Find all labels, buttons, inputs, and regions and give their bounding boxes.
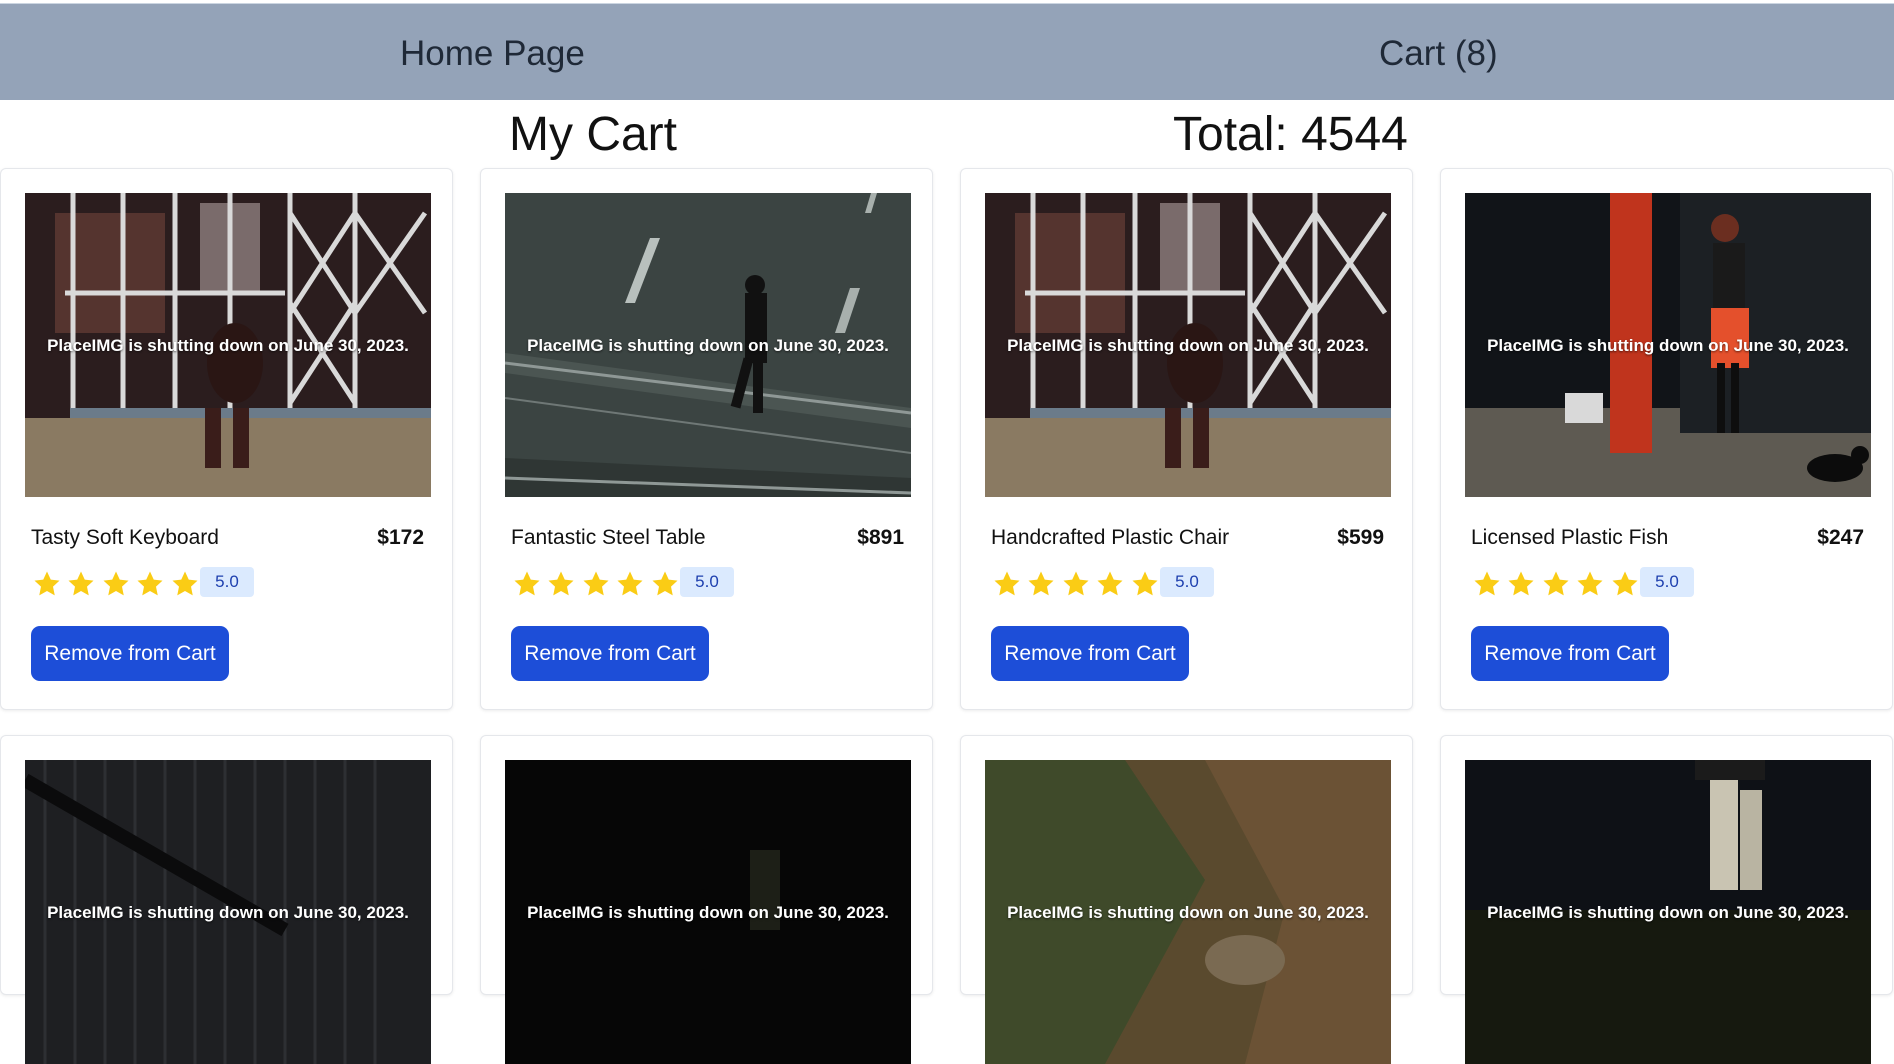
top-nav-bar: Home Page Cart (8): [0, 3, 1894, 100]
rating-badge: 5.0: [1640, 567, 1694, 597]
star-icon: [583, 571, 609, 596]
star-icon: [1132, 571, 1158, 596]
product-image: PlaceIMG is shutting down on June 30, 20…: [1465, 193, 1871, 497]
star-icon: [1612, 571, 1638, 596]
product-image: PlaceIMG is shutting down on June 30, 20…: [985, 193, 1391, 497]
rating-stars: [32, 569, 200, 599]
product-card: PlaceIMG is shutting down on June 30, 20…: [480, 168, 933, 710]
product-card: PlaceIMG is shutting down on June 30, 20…: [0, 735, 453, 1064]
product-card: PlaceIMG is shutting down on June 30, 20…: [480, 735, 933, 1064]
product-image: PlaceIMG is shutting down on June 30, 20…: [25, 193, 431, 497]
rating-stars: [1472, 569, 1640, 599]
star-icon: [103, 571, 129, 596]
star-icon: [652, 571, 678, 596]
star-icon: [514, 571, 540, 596]
page-title: My Cart: [509, 108, 677, 161]
cart-link[interactable]: Cart (8): [1379, 34, 1498, 74]
product-image: PlaceIMG is shutting down on June 30, 20…: [985, 760, 1391, 1064]
star-icon: [34, 571, 60, 596]
product-price: $172: [377, 526, 424, 549]
image-caption: PlaceIMG is shutting down on June 30, 20…: [1487, 336, 1849, 355]
product-card: PlaceIMG is shutting down on June 30, 20…: [1440, 168, 1893, 710]
product-image: PlaceIMG is shutting down on June 30, 20…: [25, 760, 431, 1064]
product-image: PlaceIMG is shutting down on June 30, 20…: [505, 760, 911, 1064]
product-name: Tasty Soft Keyboard: [31, 526, 219, 549]
home-page-link[interactable]: Home Page: [400, 34, 585, 74]
product-image: PlaceIMG is shutting down on June 30, 20…: [1465, 760, 1871, 1064]
star-icon: [137, 571, 163, 596]
star-icon: [617, 571, 643, 596]
star-icon: [1028, 571, 1054, 596]
image-caption: PlaceIMG is shutting down on June 30, 20…: [47, 903, 409, 922]
product-image: PlaceIMG is shutting down on June 30, 20…: [505, 193, 911, 497]
image-caption: PlaceIMG is shutting down on June 30, 20…: [527, 336, 889, 355]
star-icon: [68, 571, 94, 596]
product-name: Fantastic Steel Table: [511, 526, 706, 549]
star-icon: [1543, 571, 1569, 596]
star-icon: [1063, 571, 1089, 596]
rating-badge: 5.0: [1160, 567, 1214, 597]
remove-from-cart-button[interactable]: Remove from Cart: [511, 626, 709, 681]
cart-total: Total: 4544: [1173, 108, 1408, 161]
star-icon: [548, 571, 574, 596]
star-icon: [1474, 571, 1500, 596]
rating-badge: 5.0: [680, 567, 734, 597]
star-icon: [172, 571, 198, 596]
product-card: PlaceIMG is shutting down on June 30, 20…: [1440, 735, 1893, 1064]
remove-from-cart-button[interactable]: Remove from Cart: [1471, 626, 1669, 681]
remove-from-cart-button[interactable]: Remove from Cart: [31, 626, 229, 681]
product-card: PlaceIMG is shutting down on June 30, 20…: [0, 168, 453, 710]
product-price: $891: [857, 526, 904, 549]
rating-stars: [992, 569, 1160, 599]
product-price: $247: [1817, 526, 1864, 549]
star-icon: [994, 571, 1020, 596]
product-name: Handcrafted Plastic Chair: [991, 526, 1230, 549]
image-caption: PlaceIMG is shutting down on June 30, 20…: [1487, 903, 1849, 922]
star-icon: [1577, 571, 1603, 596]
image-caption: PlaceIMG is shutting down on June 30, 20…: [1007, 336, 1369, 355]
image-caption: PlaceIMG is shutting down on June 30, 20…: [47, 336, 409, 355]
star-icon: [1097, 571, 1123, 596]
rating-stars: [512, 569, 680, 599]
product-card: PlaceIMG is shutting down on June 30, 20…: [960, 168, 1413, 710]
remove-from-cart-button[interactable]: Remove from Cart: [991, 626, 1189, 681]
star-icon: [1508, 571, 1534, 596]
rating-badge: 5.0: [200, 567, 254, 597]
image-caption: PlaceIMG is shutting down on June 30, 20…: [527, 903, 889, 922]
image-caption: PlaceIMG is shutting down on June 30, 20…: [1007, 903, 1369, 922]
product-card: PlaceIMG is shutting down on June 30, 20…: [960, 735, 1413, 1064]
product-price: $599: [1337, 526, 1384, 549]
product-name: Licensed Plastic Fish: [1471, 526, 1669, 549]
